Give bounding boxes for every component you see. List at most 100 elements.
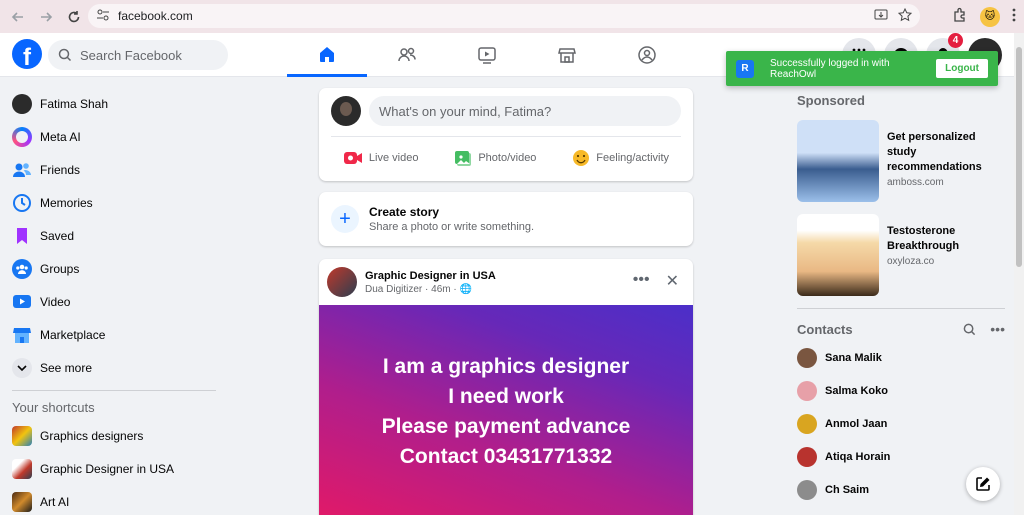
bookmark-star-icon[interactable]: [897, 7, 913, 25]
scrollbar-thumb[interactable]: [1016, 47, 1022, 267]
memories-icon: [12, 193, 32, 213]
left-sidebar: Fatima Shah Meta AI Friends Memories Sav…: [0, 77, 230, 515]
compose-icon: [976, 477, 990, 491]
avatar: [797, 347, 817, 368]
ad-image: [797, 120, 879, 202]
ad-source: amboss.com: [887, 177, 944, 188]
tab-gaming[interactable]: [607, 33, 687, 77]
avatar[interactable]: [331, 96, 361, 126]
post-author-avatar[interactable]: [327, 267, 357, 297]
chrome-menu-icon[interactable]: [1012, 8, 1016, 25]
facebook-logo[interactable]: f: [12, 39, 42, 69]
search-icon: [58, 48, 72, 62]
sidebar-item-meta-ai[interactable]: Meta AI: [0, 120, 230, 153]
tab-home[interactable]: [287, 33, 367, 77]
feed-post: Graphic Designer in USA Dua Digitizer · …: [319, 259, 693, 515]
sidebar-item-label: Meta AI: [40, 129, 81, 144]
right-sidebar: Sponsored Get personalized study recomme…: [797, 88, 1005, 506]
back-icon[interactable]: [4, 3, 32, 31]
sidebar-item-memories[interactable]: Memories: [0, 186, 230, 219]
ad-item[interactable]: Get personalized study recommendations a…: [797, 120, 1005, 202]
logout-button[interactable]: Logout: [936, 59, 988, 78]
forward-icon[interactable]: [32, 3, 60, 31]
photo-video-button[interactable]: Photo/video: [454, 143, 536, 173]
live-video-button[interactable]: Live video: [343, 143, 418, 173]
contact-item[interactable]: Sana Malik: [797, 341, 1005, 374]
tab-video[interactable]: [447, 33, 527, 77]
reachowl-toast: R Successfully logged in with ReachOwl L…: [726, 51, 998, 86]
marketplace-icon: [12, 325, 32, 345]
shortcuts-heading: Your shortcuts: [12, 399, 95, 415]
group-thumbnail: [12, 491, 32, 512]
contact-item[interactable]: Atiqa Horain: [797, 440, 1005, 473]
post-sub-author[interactable]: Dua Digitizer: [365, 284, 422, 295]
sidebar-item-see-more[interactable]: See more: [0, 351, 230, 384]
shortcut-label: Art AI: [40, 494, 70, 509]
shortcut-label: Graphic Designer in USA: [40, 461, 175, 476]
ad-title: Get personalized study recommendations: [887, 131, 982, 173]
more-options-icon[interactable]: •••: [633, 271, 650, 291]
post-image-text: I am a graphics designer: [382, 355, 630, 378]
sponsored-heading: Sponsored: [797, 92, 865, 108]
shortcut-item[interactable]: Art AI: [0, 485, 230, 515]
reload-icon[interactable]: [60, 3, 88, 31]
sidebar-item-marketplace[interactable]: Marketplace: [0, 318, 230, 351]
profile-avatar-icon[interactable]: 🐱: [980, 6, 1000, 27]
sidebar-item-label: Marketplace: [40, 327, 106, 342]
new-message-button[interactable]: [966, 467, 1000, 501]
ad-title: Testosterone Breakthrough: [887, 225, 960, 252]
sidebar-item-video[interactable]: Video: [0, 285, 230, 318]
smiley-icon: [573, 150, 590, 166]
post-image[interactable]: I am a graphics designer I need work Ple…: [319, 305, 693, 515]
more-options-icon[interactable]: •••: [990, 321, 1005, 337]
ad-source: oxyloza.co: [887, 256, 935, 267]
toast-message: Successfully logged in with ReachOwl: [770, 57, 890, 80]
tab-marketplace[interactable]: [527, 33, 607, 77]
home-icon: [320, 46, 334, 62]
create-story-subtitle: Share a photo or write something.: [369, 221, 535, 233]
contact-name: Atiqa Horain: [825, 450, 891, 463]
sidebar-item-label: Saved: [40, 228, 75, 243]
feeling-activity-button[interactable]: Feeling/activity: [572, 143, 669, 173]
sidebar-item-label: Video: [40, 294, 71, 309]
friends-icon: [12, 160, 32, 180]
shortcut-item[interactable]: Graphics designers: [0, 419, 230, 452]
shortcut-item[interactable]: Graphic Designer in USA: [0, 452, 230, 485]
create-story-title: Create story: [369, 205, 440, 219]
scrollbar[interactable]: [1014, 33, 1024, 515]
group-thumbnail: [12, 458, 32, 479]
avatar: [12, 93, 32, 114]
gaming-icon: [638, 46, 656, 64]
marketplace-icon: [558, 48, 576, 63]
avatar: [797, 380, 817, 401]
groups-icon: [12, 258, 32, 279]
extensions-icon[interactable]: [952, 7, 968, 26]
contact-item[interactable]: Anmol Jaan: [797, 407, 1005, 440]
contact-item[interactable]: Salma Koko: [797, 374, 1005, 407]
site-settings-icon[interactable]: [96, 8, 110, 25]
tab-friends[interactable]: [367, 33, 447, 77]
sidebar-item-saved[interactable]: Saved: [0, 219, 230, 252]
video-icon: [478, 47, 496, 64]
browser-toolbar: facebook.com 🐱: [0, 0, 1024, 33]
create-story-card[interactable]: + Create story Share a photo or write so…: [319, 192, 693, 246]
sidebar-item-label: Fatima Shah: [40, 96, 109, 111]
search-icon[interactable]: [963, 323, 976, 336]
close-icon[interactable]: ✕: [666, 271, 679, 291]
ad-item[interactable]: Testosterone Breakthrough oxyloza.co: [797, 214, 1005, 296]
contacts-heading: Contacts: [797, 321, 853, 337]
avatar: [797, 413, 817, 434]
sidebar-item-profile[interactable]: Fatima Shah: [0, 87, 230, 120]
address-bar[interactable]: facebook.com: [88, 4, 920, 28]
search-input[interactable]: Search Facebook: [48, 40, 228, 70]
sidebar-item-label: See more: [40, 360, 93, 375]
search-placeholder: Search Facebook: [80, 47, 182, 63]
sidebar-item-friends[interactable]: Friends: [0, 153, 230, 186]
sidebar-item-label: Friends: [40, 162, 81, 177]
post-time[interactable]: 46m: [431, 284, 450, 295]
whats-on-your-mind-input[interactable]: What's on your mind, Fatima?: [369, 96, 681, 126]
post-author[interactable]: Graphic Designer in USA: [365, 270, 496, 282]
install-app-icon[interactable]: [874, 8, 888, 25]
sidebar-item-groups[interactable]: Groups: [0, 252, 230, 285]
contact-name: Ch Saim: [825, 483, 870, 496]
